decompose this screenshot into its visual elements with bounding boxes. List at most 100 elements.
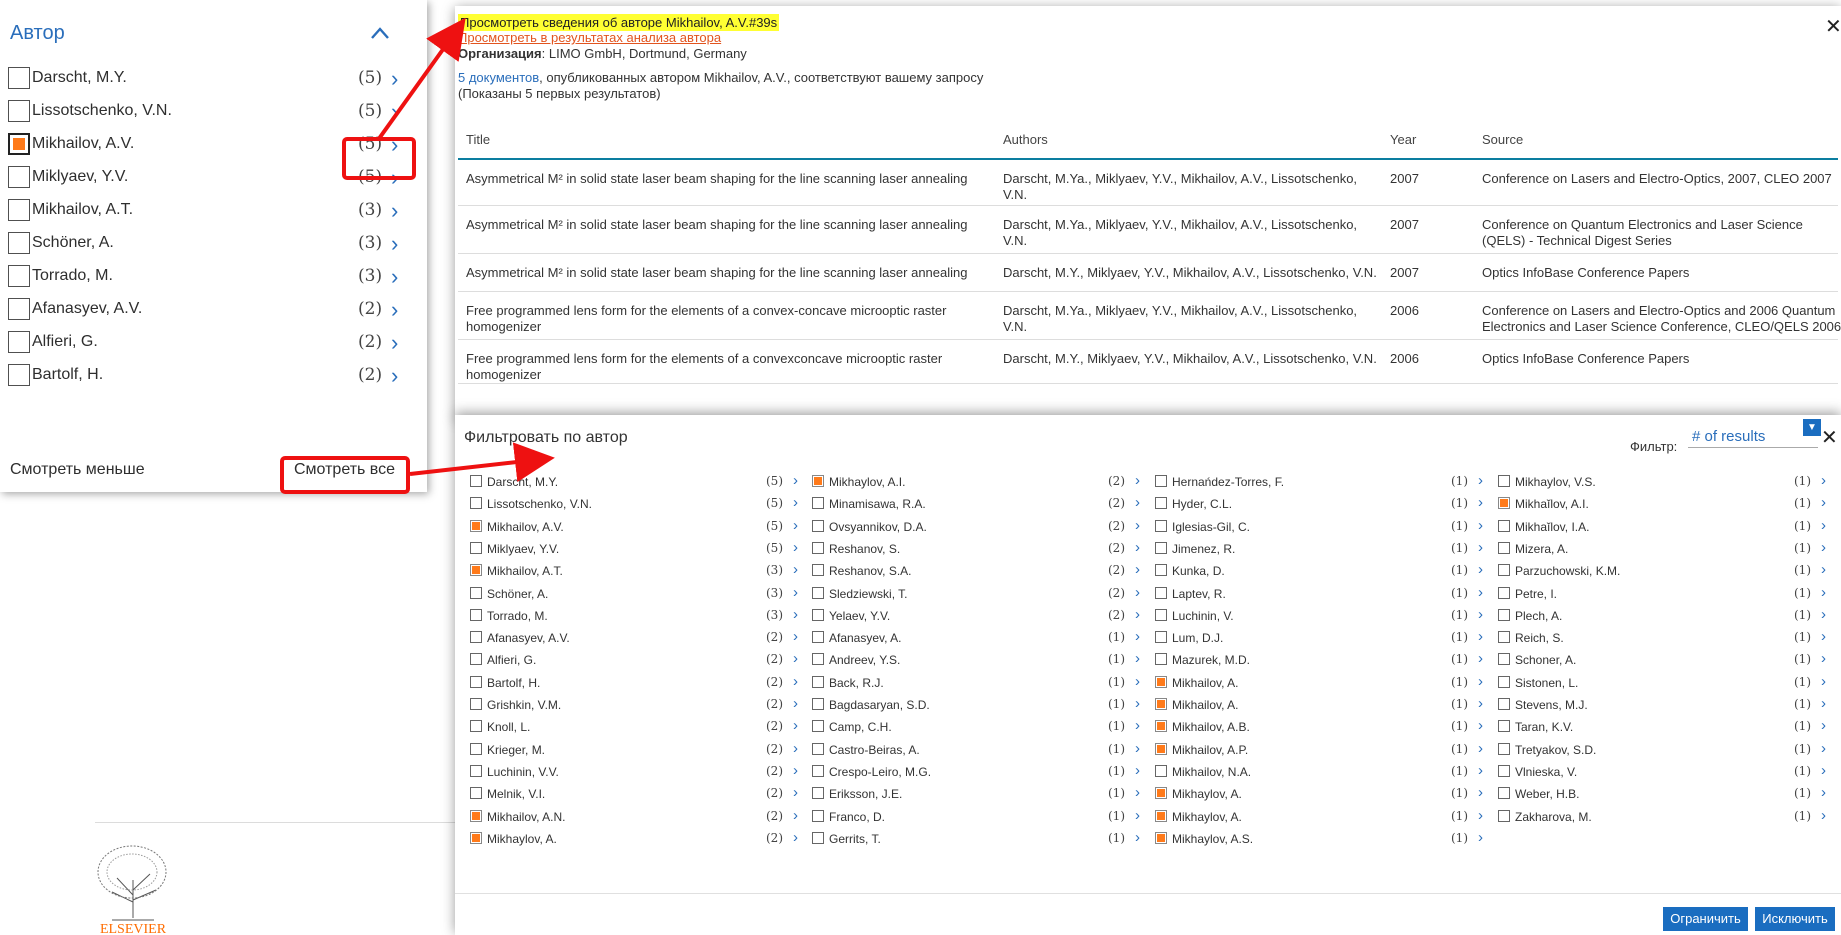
checkbox[interactable] (1498, 764, 1510, 777)
author-filter-item[interactable]: Iglesias-Gil, C. (1) › (1155, 517, 1490, 537)
chevron-right-icon[interactable]: › (1821, 762, 1826, 779)
chevron-right-icon[interactable]: › (1821, 717, 1826, 734)
author-filter-item[interactable]: Sledziewski, T. (2) › (812, 584, 1147, 604)
documents-count-link[interactable]: 5 документов (458, 70, 539, 85)
checkbox[interactable] (470, 631, 482, 644)
checkbox[interactable] (470, 787, 482, 800)
chevron-right-icon[interactable]: › (1135, 807, 1140, 824)
checkbox[interactable] (1498, 475, 1510, 487)
chevron-right-icon[interactable]: › (793, 807, 798, 824)
chevron-right-icon[interactable]: › (1478, 717, 1483, 734)
checkbox[interactable] (1498, 519, 1510, 532)
chevron-right-icon[interactable]: › (1135, 717, 1140, 734)
author-filter-item[interactable]: Mikhailov, A. (1) › (1155, 673, 1490, 693)
column-source[interactable]: Source (1482, 132, 1841, 147)
author-filter-item[interactable]: Crespo-Leiro, M.G. (1) › (812, 762, 1147, 782)
author-filter-item[interactable]: Hernańdez-Torres, F. (1) › (1155, 472, 1490, 492)
author-facet-item[interactable]: Schöner, A. (3) › (8, 228, 413, 258)
author-filter-item[interactable]: Reshanov, S.A. (2) › (812, 561, 1147, 581)
doc-title-link[interactable]: Asymmetrical M² in solid state laser bea… (466, 265, 986, 281)
author-filter-item[interactable]: Melnik, V.I. (2) › (470, 784, 805, 804)
checkbox[interactable] (1155, 564, 1167, 577)
author-filter-item[interactable]: Miklyaev, Y.V. (5) › (470, 539, 805, 559)
column-authors[interactable]: Authors (1003, 132, 1383, 147)
author-filter-item[interactable]: Schoner, A. (1) › (1498, 650, 1833, 670)
chevron-right-icon[interactable]: › (793, 539, 798, 556)
chevron-right-icon[interactable]: › (1478, 628, 1483, 645)
checkbox[interactable] (1498, 742, 1510, 755)
author-filter-item[interactable]: Parzuchowski, K.M. (1) › (1498, 561, 1833, 581)
chevron-right-icon[interactable]: › (1478, 695, 1483, 712)
checkbox[interactable] (470, 541, 482, 554)
author-filter-item[interactable]: Sistonen, L. (1) › (1498, 673, 1833, 693)
author-facet-item[interactable]: Mikhailov, A.T. (3) › (8, 195, 413, 225)
author-filter-item[interactable]: Jimenez, R. (1) › (1155, 539, 1490, 559)
checkbox[interactable] (1155, 698, 1167, 710)
author-filter-item[interactable]: Mikhaylov, V.S. (1) › (1498, 472, 1833, 492)
checkbox[interactable] (1498, 564, 1510, 577)
checkbox[interactable] (812, 698, 824, 710)
view-author-details-link[interactable]: Просмотреть сведения об авторе Mikhailov… (458, 14, 780, 31)
checkbox[interactable] (470, 519, 482, 532)
author-filter-item[interactable]: Kunka, D. (1) › (1155, 561, 1490, 581)
checkbox[interactable] (1155, 809, 1167, 822)
chevron-right-icon[interactable]: › (391, 99, 398, 125)
chevron-right-icon[interactable]: › (793, 829, 798, 846)
chevron-right-icon[interactable]: › (1135, 606, 1140, 623)
dropdown-arrow-icon[interactable]: ▼ (1803, 419, 1821, 436)
exclude-button[interactable]: Исключить (1755, 907, 1835, 931)
author-filter-item[interactable]: Luchinin, V. (1) › (1155, 606, 1490, 626)
chevron-right-icon[interactable]: › (391, 264, 398, 290)
checkbox[interactable] (812, 586, 824, 599)
author-filter-item[interactable]: Torrado, M. (3) › (470, 606, 805, 626)
checkbox[interactable] (1155, 742, 1167, 755)
close-icon[interactable]: ✕ (1821, 425, 1838, 450)
table-row[interactable]: Asymmetrical M² in solid state laser bea… (458, 160, 1838, 206)
author-filter-item[interactable]: Mikhailov, A.T. (3) › (470, 561, 805, 581)
author-filter-item[interactable]: Vlnieska, V. (1) › (1498, 762, 1833, 782)
chevron-right-icon[interactable]: › (1135, 494, 1140, 511)
checkbox[interactable] (812, 742, 824, 755)
chevron-right-icon[interactable]: › (1135, 584, 1140, 601)
author-filter-item[interactable]: Eriksson, J.E. (1) › (812, 784, 1147, 804)
table-row[interactable]: Free programmed lens form for the elemen… (458, 292, 1841, 340)
author-filter-item[interactable]: Mizera, A. (1) › (1498, 539, 1833, 559)
chevron-right-icon[interactable]: › (391, 330, 398, 356)
chevron-right-icon[interactable]: › (1478, 539, 1483, 556)
author-filter-item[interactable]: Hyder, C.L. (1) › (1155, 494, 1490, 514)
doc-title-link[interactable]: Asymmetrical M² in solid state laser bea… (466, 171, 986, 187)
filter-sort-select[interactable]: # of results (1688, 423, 1818, 448)
checkbox[interactable] (470, 497, 482, 510)
checkbox[interactable] (1498, 698, 1510, 710)
checkbox[interactable] (1155, 720, 1167, 733)
checkbox[interactable] (470, 653, 482, 666)
chevron-right-icon[interactable]: › (391, 231, 398, 257)
checkbox[interactable] (1155, 787, 1167, 800)
author-filter-item[interactable]: Bartolf, H. (2) › (470, 673, 805, 693)
author-filter-item[interactable]: Back, R.J. (1) › (812, 673, 1147, 693)
author-filter-item[interactable]: Weber, H.B. (1) › (1498, 784, 1833, 804)
chevron-right-icon[interactable]: › (391, 66, 398, 92)
checkbox[interactable] (1498, 653, 1510, 666)
checkbox[interactable] (1155, 653, 1167, 666)
author-filter-item[interactable]: Zakharova, M. (1) › (1498, 807, 1833, 827)
author-filter-item[interactable]: Mikhailov, A.N. (2) › (470, 807, 805, 827)
limit-button[interactable]: Ограничить (1663, 907, 1748, 931)
chevron-right-icon[interactable]: › (793, 606, 798, 623)
checkbox[interactable] (470, 720, 482, 733)
checkbox[interactable] (1498, 497, 1510, 510)
checkbox[interactable] (1155, 586, 1167, 599)
checkbox[interactable] (1155, 541, 1167, 554)
checkbox[interactable] (8, 166, 30, 188)
checkbox[interactable] (812, 787, 824, 800)
checkbox[interactable] (1498, 586, 1510, 599)
checkbox[interactable] (1155, 675, 1167, 688)
table-row[interactable]: Asymmetrical M² in solid state laser bea… (458, 254, 1838, 292)
chevron-right-icon[interactable]: › (793, 784, 798, 801)
checkbox[interactable] (812, 631, 824, 644)
author-filter-item[interactable]: Gerrits, T. (1) › (812, 829, 1147, 849)
chevron-right-icon[interactable]: › (1821, 695, 1826, 712)
checkbox[interactable] (1498, 675, 1510, 688)
checkbox[interactable] (470, 831, 482, 844)
author-filter-item[interactable]: Mikhailov, A. (1) › (1155, 695, 1490, 715)
